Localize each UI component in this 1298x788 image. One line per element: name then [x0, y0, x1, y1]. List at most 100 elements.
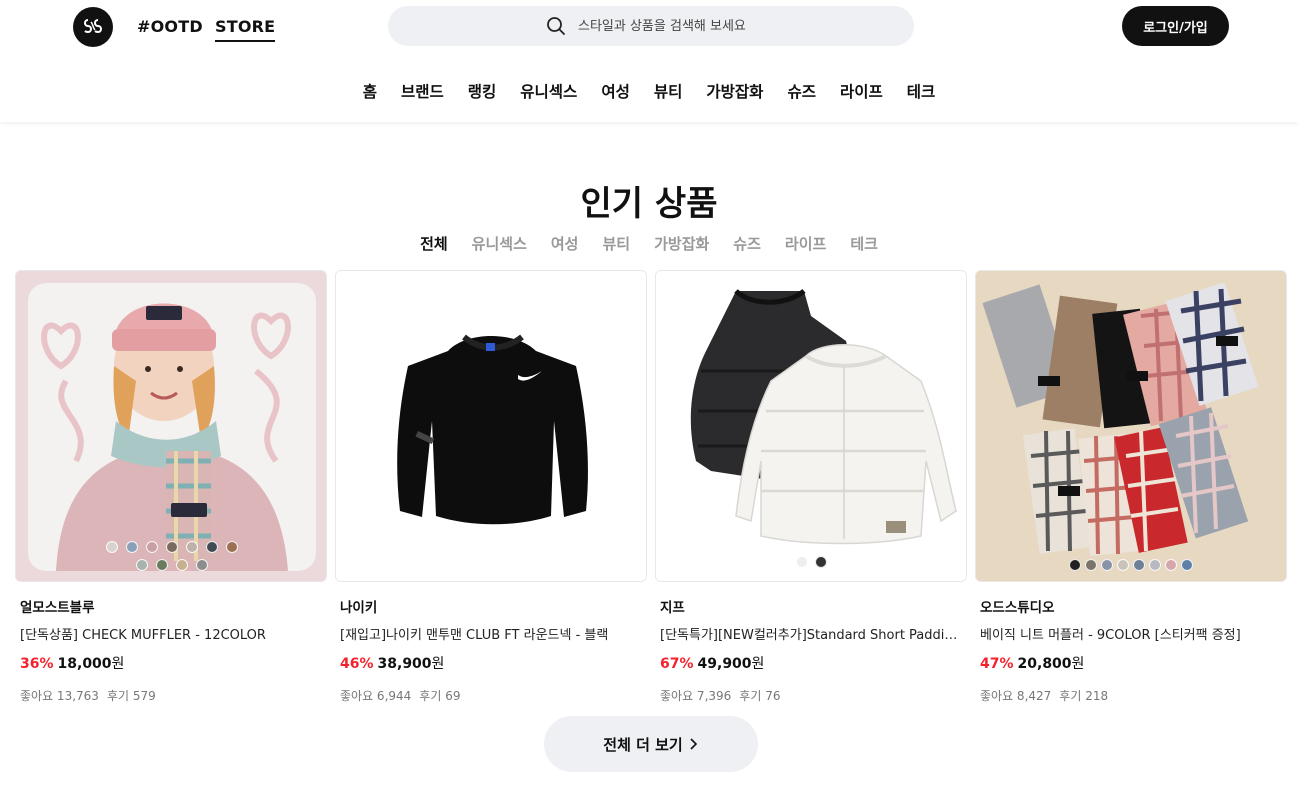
- search-input[interactable]: [578, 6, 878, 46]
- currency-unit: 원: [1071, 656, 1085, 672]
- color-swatch[interactable]: [1181, 559, 1193, 571]
- color-swatches: [656, 556, 966, 568]
- currency-unit: 원: [111, 656, 125, 672]
- price-row: 36% 18,000원: [20, 653, 327, 673]
- category-item-bags[interactable]: 가방잡화: [694, 80, 775, 102]
- product-image[interactable]: [15, 270, 327, 582]
- product-card[interactable]: 나이키 [재입고]나이키 맨투맨 CLUB FT 라운드넥 - 블랙 46% 38…: [335, 270, 647, 704]
- product-card[interactable]: 얼모스트블루 [단독상품] CHECK MUFFLER - 12COLOR 36…: [15, 270, 327, 704]
- product-meta: 좋아요 8,427 후기 218: [980, 687, 1287, 704]
- price-row: 46% 38,900원: [340, 653, 647, 673]
- category-item-home[interactable]: 홈: [351, 80, 389, 102]
- currency-unit: 원: [751, 656, 765, 672]
- product-name[interactable]: [단독특가][NEW컬러추가]Standard Short Padding (4…: [660, 624, 960, 643]
- view-all-button[interactable]: 전체 더 보기: [544, 716, 758, 772]
- color-swatch[interactable]: [1069, 559, 1081, 571]
- color-swatch[interactable]: [1165, 559, 1177, 571]
- product-name[interactable]: [재입고]나이키 맨투맨 CLUB FT 라운드넥 - 블랙: [340, 624, 640, 643]
- color-swatch[interactable]: [1085, 559, 1097, 571]
- color-swatches: [976, 559, 1286, 571]
- color-swatch[interactable]: [136, 559, 148, 571]
- product-meta: 좋아요 13,763 후기 579: [20, 687, 327, 704]
- likes-count: 좋아요 8,427: [980, 689, 1052, 703]
- logo-icon[interactable]: [73, 7, 113, 47]
- discount-rate: 46%: [340, 656, 374, 672]
- reviews-count: 후기 579: [106, 689, 156, 703]
- brand-name[interactable]: 얼모스트블루: [20, 596, 327, 616]
- color-swatch[interactable]: [186, 541, 198, 553]
- product-card[interactable]: 지프 [단독특가][NEW컬러추가]Standard Short Padding…: [655, 270, 967, 704]
- category-item-tech[interactable]: 테크: [895, 80, 948, 102]
- color-swatch[interactable]: [1149, 559, 1161, 571]
- brand-name[interactable]: 나이키: [340, 596, 647, 616]
- chevron-right-icon: [690, 738, 697, 750]
- sale-price: 18,000: [57, 656, 112, 672]
- search-icon[interactable]: [546, 16, 566, 36]
- color-swatches: [97, 541, 247, 571]
- color-swatch[interactable]: [226, 541, 238, 553]
- brand-name[interactable]: 오드스튜디오: [980, 596, 1287, 616]
- category-item-shoes[interactable]: 슈즈: [775, 80, 828, 102]
- search-bar[interactable]: [388, 6, 914, 46]
- category-item-unisex[interactable]: 유니섹스: [508, 80, 589, 102]
- category-item-brand[interactable]: 브랜드: [389, 80, 456, 102]
- discount-rate: 47%: [980, 656, 1014, 672]
- color-swatch[interactable]: [795, 556, 808, 568]
- color-swatch[interactable]: [206, 541, 218, 553]
- product-meta: 좋아요 6,944 후기 69: [340, 687, 647, 704]
- color-swatch[interactable]: [1101, 559, 1113, 571]
- filter-tab-unisex[interactable]: 유니섹스: [460, 233, 539, 254]
- color-swatch[interactable]: [146, 541, 158, 553]
- filter-tab-tech[interactable]: 테크: [838, 233, 890, 254]
- color-swatch[interactable]: [166, 541, 178, 553]
- category-item-beauty[interactable]: 뷰티: [642, 80, 695, 102]
- price-row: 47% 20,800원: [980, 653, 1287, 673]
- likes-count: 좋아요 13,763: [20, 689, 99, 703]
- filter-tab-women[interactable]: 여성: [539, 233, 591, 254]
- product-image[interactable]: [655, 270, 967, 582]
- site-header: #OOTD STORE 로그인/가입 홈 브랜드 랭킹 유니섹스 여성 뷰티 가…: [0, 0, 1298, 122]
- sale-price: 49,900: [697, 656, 752, 672]
- tab-ootd[interactable]: #OOTD: [137, 17, 203, 36]
- product-image[interactable]: [975, 270, 1287, 582]
- color-swatch[interactable]: [126, 541, 138, 553]
- product-name[interactable]: 베이직 니트 머플러 - 9COLOR [스티커팩 증정]: [980, 624, 1280, 643]
- likes-count: 좋아요 7,396: [660, 689, 732, 703]
- discount-rate: 67%: [660, 656, 694, 672]
- discount-rate: 36%: [20, 656, 54, 672]
- currency-unit: 원: [431, 656, 445, 672]
- likes-count: 좋아요 6,944: [340, 689, 412, 703]
- color-swatch[interactable]: [156, 559, 168, 571]
- filter-tab-shoes[interactable]: 슈즈: [721, 233, 773, 254]
- color-swatch[interactable]: [106, 541, 118, 553]
- product-image[interactable]: [335, 270, 647, 582]
- reviews-count: 후기 76: [739, 689, 781, 703]
- product-card[interactable]: 오드스튜디오 베이직 니트 머플러 - 9COLOR [스티커팩 증정] 47%…: [975, 270, 1287, 704]
- reviews-count: 후기 218: [1059, 689, 1109, 703]
- color-swatch[interactable]: [1133, 559, 1145, 571]
- filter-tabs: 전체 유니섹스 여성 뷰티 가방잡화 슈즈 라이프 테크: [0, 233, 1298, 254]
- tab-store[interactable]: STORE: [215, 17, 276, 42]
- price-row: 67% 49,900원: [660, 653, 967, 673]
- category-item-ranking[interactable]: 랭킹: [456, 80, 509, 102]
- sale-price: 20,800: [1017, 656, 1072, 672]
- view-all-label: 전체 더 보기: [603, 735, 683, 754]
- filter-tab-bags[interactable]: 가방잡화: [642, 233, 721, 254]
- color-swatch[interactable]: [1117, 559, 1129, 571]
- login-button[interactable]: 로그인/가입: [1122, 6, 1229, 46]
- category-nav: 홈 브랜드 랭킹 유니섹스 여성 뷰티 가방잡화 슈즈 라이프 테크: [0, 80, 1298, 102]
- reviews-count: 후기 69: [419, 689, 461, 703]
- section-title: 인기 상품: [580, 184, 718, 224]
- color-swatch[interactable]: [196, 559, 208, 571]
- brand-name[interactable]: 지프: [660, 596, 967, 616]
- product-name[interactable]: [단독상품] CHECK MUFFLER - 12COLOR: [20, 624, 320, 643]
- sale-price: 38,900: [377, 656, 432, 672]
- category-item-women[interactable]: 여성: [589, 80, 642, 102]
- color-swatch[interactable]: [176, 559, 188, 571]
- product-meta: 좋아요 7,396 후기 76: [660, 687, 967, 704]
- filter-tab-life[interactable]: 라이프: [773, 233, 838, 254]
- filter-tab-beauty[interactable]: 뷰티: [590, 233, 642, 254]
- category-item-life[interactable]: 라이프: [828, 80, 895, 102]
- color-swatch[interactable]: [814, 556, 827, 568]
- filter-tab-all[interactable]: 전체: [408, 233, 460, 254]
